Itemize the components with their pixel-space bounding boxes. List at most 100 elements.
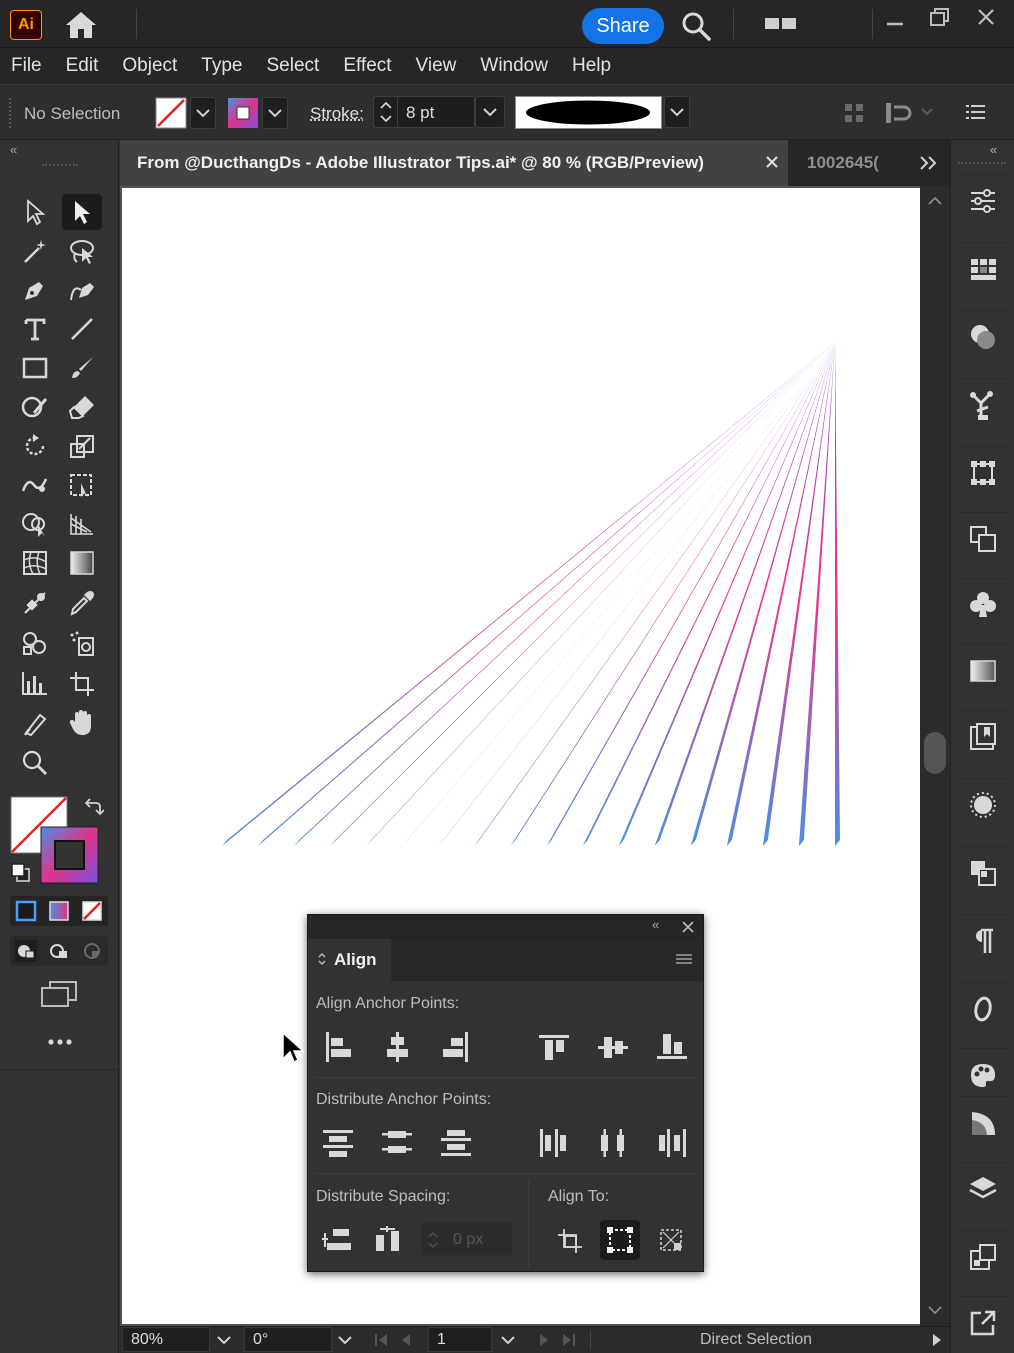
brushes-icon[interactable]	[958, 778, 1008, 830]
panel-menu-icon[interactable]	[675, 951, 693, 967]
shape-builder-tool-icon[interactable]	[15, 506, 55, 542]
scroll-up-icon[interactable]	[926, 194, 944, 208]
none-mode-icon[interactable]	[80, 899, 104, 923]
rotation-field[interactable]: 0°	[244, 1327, 332, 1352]
type-tool-icon[interactable]	[15, 311, 55, 347]
color-mode-icon[interactable]	[14, 899, 38, 923]
rotate-tool-icon[interactable]	[15, 428, 55, 464]
fan-line[interactable]	[762, 342, 835, 846]
scale-tool-icon[interactable]	[62, 428, 102, 464]
fan-line[interactable]	[690, 342, 835, 846]
status-menu-icon[interactable]	[930, 1332, 944, 1348]
previous-artboard-icon[interactable]	[398, 1332, 414, 1348]
eyedropper-tool-icon[interactable]	[62, 585, 102, 621]
blend-tool-icon[interactable]	[15, 585, 55, 621]
fill-dropdown[interactable]	[190, 97, 216, 129]
artboard-number-field[interactable]: 1	[428, 1327, 492, 1352]
magic-wand-tool-icon[interactable]	[15, 233, 55, 269]
next-artboard-icon[interactable]	[536, 1332, 552, 1348]
line-segment-tool-icon[interactable]	[62, 311, 102, 347]
gradient-tool-icon[interactable]	[62, 545, 102, 581]
screen-mode-icon[interactable]	[40, 980, 80, 1008]
panel-header[interactable]	[308, 915, 703, 939]
menu-object[interactable]: Object	[122, 55, 177, 77]
libraries-icon[interactable]	[958, 710, 1008, 762]
stroke-dropdown[interactable]	[262, 97, 288, 129]
edit-toolbar-icon[interactable]	[46, 1032, 76, 1052]
expand-panel-icon[interactable]	[958, 1296, 1008, 1348]
warp-tool-icon[interactable]	[15, 467, 55, 503]
horizontal-align-right-icon[interactable]	[436, 1027, 476, 1067]
rectangle-tool-icon[interactable]	[15, 350, 55, 386]
eraser-tool-icon[interactable]	[62, 389, 102, 425]
first-artboard-icon[interactable]	[372, 1332, 390, 1348]
zoom-dropdown-icon[interactable]	[214, 1332, 234, 1348]
collapse-panel-icon[interactable]: «	[990, 142, 997, 157]
vertical-align-top-icon[interactable]	[534, 1027, 574, 1067]
horizontal-distribute-right-icon[interactable]	[652, 1123, 692, 1163]
fan-line[interactable]	[510, 342, 835, 846]
menu-help[interactable]: Help	[572, 55, 611, 77]
more-tabs-icon[interactable]	[918, 153, 940, 173]
horizontal-distribute-space-icon[interactable]	[368, 1220, 408, 1260]
horizontal-distribute-center-icon[interactable]	[593, 1123, 633, 1163]
stroke-swatch-large[interactable]	[40, 826, 99, 884]
search-icon[interactable]	[680, 10, 712, 42]
export-asset-icon[interactable]	[958, 1230, 1008, 1282]
align-to-key-anchor-icon[interactable]	[600, 1220, 640, 1260]
free-transform-tool-icon[interactable]	[62, 467, 102, 503]
fan-line[interactable]	[330, 342, 835, 846]
mesh-tool-icon[interactable]	[15, 545, 55, 581]
color-guide-icon[interactable]	[958, 1048, 1008, 1100]
scroll-down-icon[interactable]	[926, 1303, 944, 1317]
rotation-dropdown-icon[interactable]	[335, 1332, 355, 1348]
hand-tool-icon[interactable]	[62, 705, 102, 741]
draw-behind-icon[interactable]	[47, 939, 71, 963]
symbol-sprayer-tool-icon[interactable]	[15, 625, 55, 661]
symbols-club-icon[interactable]	[958, 578, 1008, 630]
tab-options-icon[interactable]	[316, 951, 328, 967]
horizontal-align-center-icon[interactable]	[377, 1027, 417, 1067]
curvature-tool-icon[interactable]	[62, 272, 102, 308]
fan-line[interactable]	[294, 342, 835, 846]
column-graph-tool-icon[interactable]	[15, 665, 55, 701]
fan-line[interactable]	[582, 342, 835, 846]
artboards-panel-icon[interactable]	[958, 846, 1008, 898]
stroke-weight-input[interactable]: 8 pt	[397, 96, 475, 128]
transform-panel-icon[interactable]	[958, 446, 1008, 498]
stroke-gradient-swatch[interactable]	[227, 97, 259, 129]
shaper-tool-icon[interactable]	[15, 389, 55, 425]
properties-icon[interactable]	[958, 174, 1008, 226]
vertical-align-bottom-icon[interactable]	[652, 1027, 692, 1067]
restore-icon[interactable]	[928, 6, 952, 28]
gradient-panel-icon[interactable]	[958, 644, 1008, 696]
draw-inside-icon[interactable]	[80, 939, 104, 963]
pathfinder-icon[interactable]	[958, 512, 1008, 564]
zoom-tool-icon[interactable]	[15, 745, 55, 781]
vertical-distribute-bottom-icon[interactable]	[436, 1123, 476, 1163]
fan-line[interactable]	[402, 342, 835, 846]
symbols-icon[interactable]	[958, 378, 1008, 430]
paragraph-icon[interactable]	[958, 914, 1008, 966]
menu-view[interactable]: View	[416, 55, 457, 77]
paintbrush-tool-icon[interactable]	[62, 350, 102, 386]
gradient-mode-icon[interactable]	[47, 899, 71, 923]
fan-line[interactable]	[366, 342, 835, 846]
document-tab-inactive[interactable]: 1002645(	[807, 153, 879, 173]
home-icon[interactable]	[64, 10, 98, 40]
artboard-tool-icon[interactable]	[62, 665, 102, 701]
fan-line[interactable]	[835, 342, 840, 846]
stroke-weight-dropdown[interactable]	[475, 96, 505, 128]
align-to-selection-icon[interactable]	[550, 1220, 590, 1260]
swap-fill-stroke-icon[interactable]	[82, 797, 104, 817]
transform-icon[interactable]	[884, 100, 912, 126]
menu-window[interactable]: Window	[480, 55, 548, 77]
last-artboard-icon[interactable]	[560, 1332, 578, 1348]
default-fill-stroke-icon[interactable]	[10, 862, 32, 884]
share-button[interactable]: Share	[582, 8, 664, 44]
opentype-icon[interactable]	[958, 982, 1008, 1034]
fan-line[interactable]	[618, 342, 835, 846]
align-objects-icon[interactable]	[843, 102, 865, 124]
swatches-icon[interactable]	[958, 242, 1008, 294]
document-tab-active[interactable]: From @DucthangDs - Adobe Illustrator Tip…	[120, 140, 788, 186]
